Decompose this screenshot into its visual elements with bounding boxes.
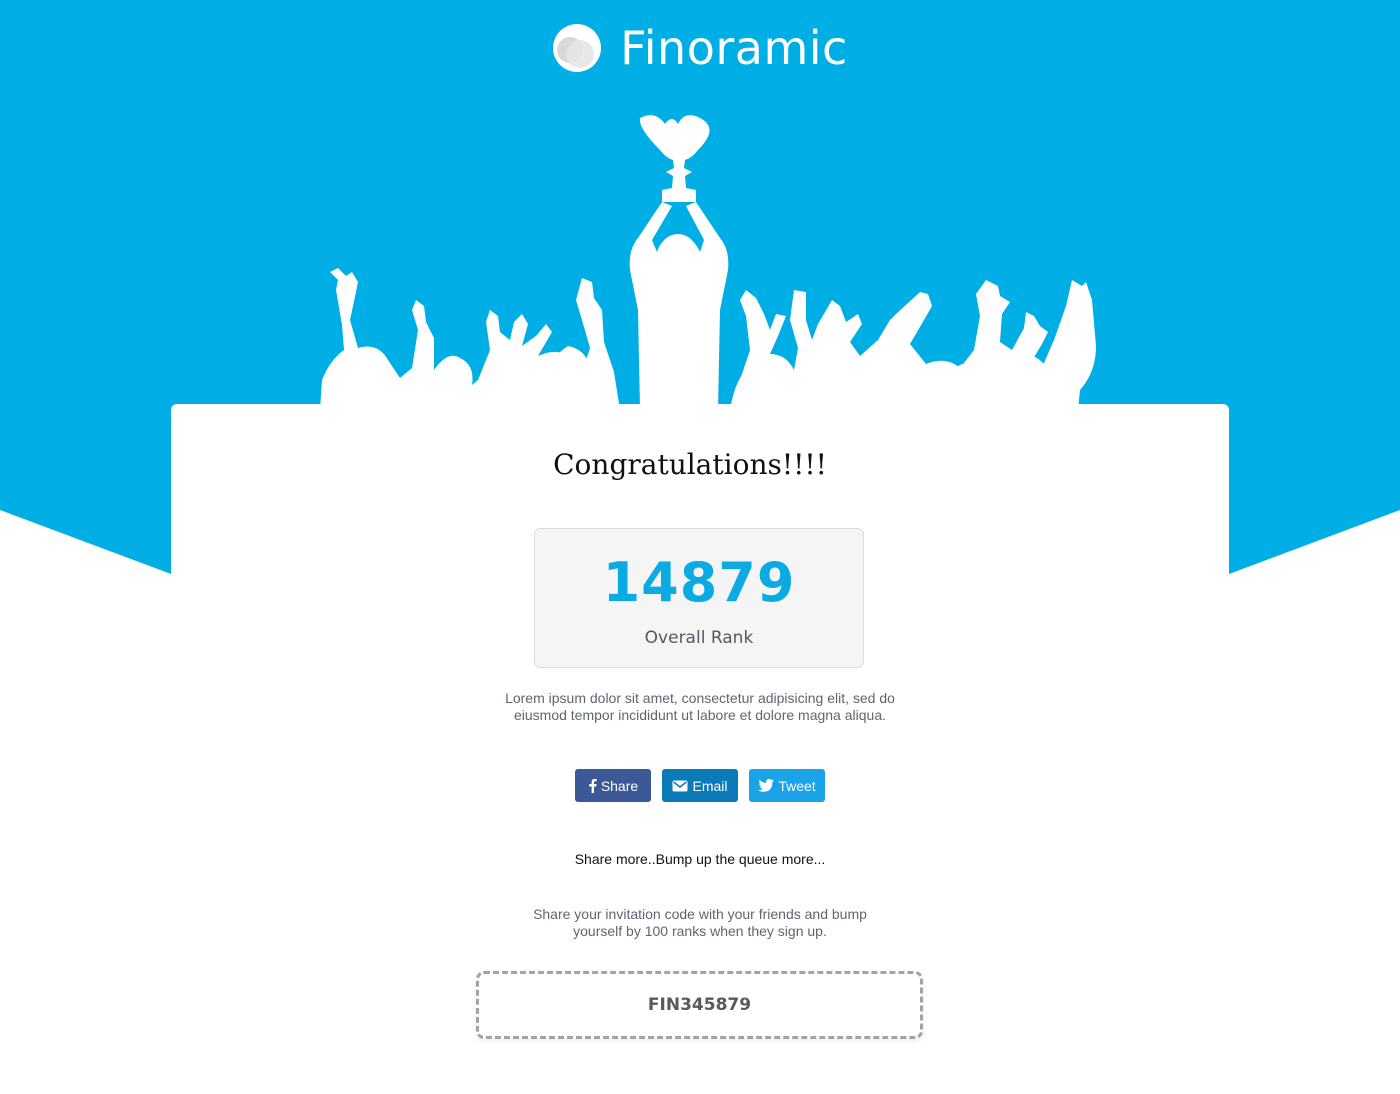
page-title: Congratulations!!!! <box>553 448 827 481</box>
celebrating-crowd-trophy-icon <box>320 115 1096 410</box>
facebook-icon <box>588 778 597 793</box>
envelope-icon <box>672 780 688 792</box>
invitation-code-box[interactable]: FIN345879 <box>476 971 923 1039</box>
facebook-share-button[interactable]: Share <box>575 769 651 802</box>
brand-header: Finoramic <box>0 18 1400 78</box>
rank-label: Overall Rank <box>644 628 754 648</box>
invitation-description: Share your invitation code with your fri… <box>533 906 867 939</box>
brand-name: Finoramic <box>620 21 848 75</box>
email-share-label: Email <box>692 777 728 794</box>
share-buttons: Share Email Tweet <box>575 769 825 802</box>
email-share-button[interactable]: Email <box>662 769 738 802</box>
facebook-share-label: Share <box>600 777 639 794</box>
brand-logo-icon <box>553 24 602 72</box>
share-more-text: Share more..Bump up the queue more... <box>574 851 826 867</box>
rank-box: 14879 Overall Rank <box>534 528 864 668</box>
twitter-bird-icon <box>758 779 775 792</box>
twitter-share-label: Tweet <box>778 777 816 794</box>
invitation-code[interactable]: FIN345879 <box>648 995 751 1015</box>
description-text: Lorem ipsum dolor sit amet, consectetur … <box>505 690 895 723</box>
twitter-share-button[interactable]: Tweet <box>749 769 825 802</box>
congratulations-card: Congratulations!!!! 14879 Overall Rank L… <box>171 404 1229 1094</box>
rank-number: 14879 <box>602 551 796 614</box>
